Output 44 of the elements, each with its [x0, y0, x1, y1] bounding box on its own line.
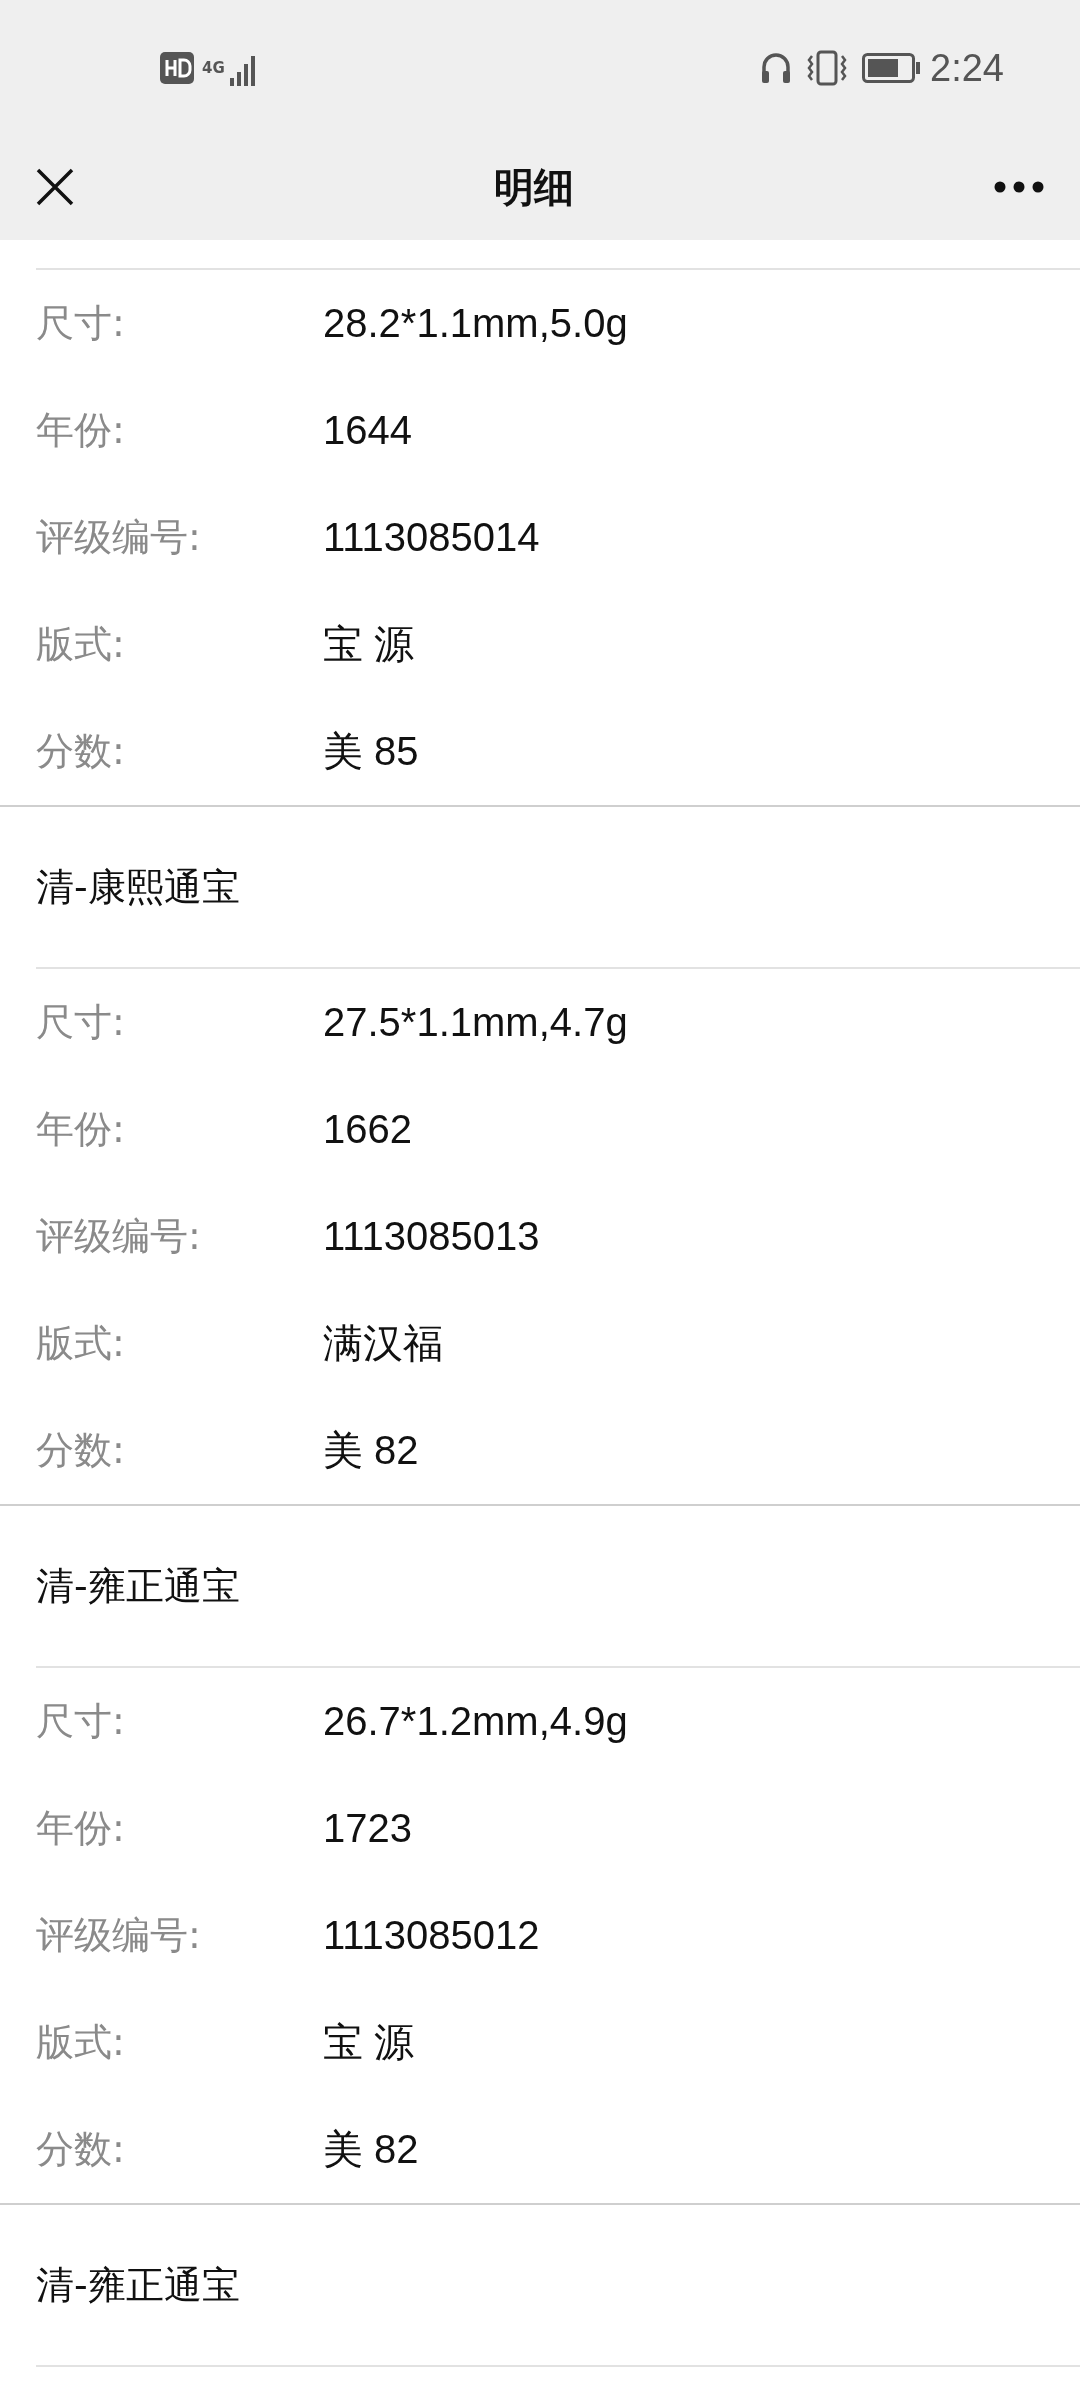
coin-name: 清-雍正通宝 — [36, 2261, 240, 2309]
field-value: 1644 — [323, 408, 412, 453]
field-label: 评级编号: — [36, 514, 202, 561]
field-value: 1662 — [323, 1107, 412, 1152]
close-button[interactable] — [36, 168, 74, 206]
field-label: 尺寸: — [36, 1698, 126, 1745]
field-value: 1113085012 — [323, 1913, 540, 1958]
field-value: 宝 源 — [323, 2019, 415, 2066]
headphones-icon — [760, 51, 793, 85]
field-label: 评级编号: — [36, 1912, 202, 1959]
battery-icon — [862, 53, 921, 83]
field-value: 1113085014 — [323, 515, 540, 560]
field-value: 宝 源 — [323, 621, 415, 668]
field-label: 版式: — [36, 621, 126, 668]
coin-name: 清-雍正通宝 — [36, 1562, 240, 1610]
field-label: 年份: — [36, 1805, 126, 1852]
field-label: 年份: — [36, 1106, 126, 1153]
field-label: 分数: — [36, 728, 126, 775]
field-label: 分数: — [36, 1427, 126, 1474]
network-type: 4G — [202, 60, 222, 76]
field-value: 美 85 — [323, 728, 419, 775]
field-label: 版式: — [36, 2019, 126, 2066]
field-value: 满汉福 — [323, 1320, 443, 1367]
page-title: 明细 — [493, 162, 575, 212]
field-value: 26.7*1.2mm,4.9g — [323, 1699, 628, 1744]
close-icon — [36, 168, 74, 206]
field-label: 年份: — [36, 407, 126, 454]
field-value: 美 82 — [323, 2126, 419, 2173]
coin-name: 清-康熙通宝 — [36, 863, 240, 911]
vibrate-icon — [806, 50, 849, 86]
field-label: 版式: — [36, 1320, 126, 1367]
more-button[interactable] — [994, 181, 1044, 193]
field-value: 1723 — [323, 1806, 412, 1851]
clock-time: 2:24 — [930, 46, 1004, 90]
field-value: 1113085013 — [323, 1214, 540, 1259]
field-label: 评级编号: — [36, 1213, 202, 1260]
field-value: 27.5*1.1mm,4.7g — [323, 1000, 628, 1045]
field-label: 尺寸: — [36, 999, 126, 1046]
field-label: 尺寸: — [36, 300, 126, 347]
hd-icon — [160, 52, 194, 84]
field-value: 美 82 — [323, 1427, 419, 1474]
field-label: 分数: — [36, 2126, 126, 2173]
field-value: 28.2*1.1mm,5.0g — [323, 301, 628, 346]
more-icon — [994, 181, 1044, 193]
